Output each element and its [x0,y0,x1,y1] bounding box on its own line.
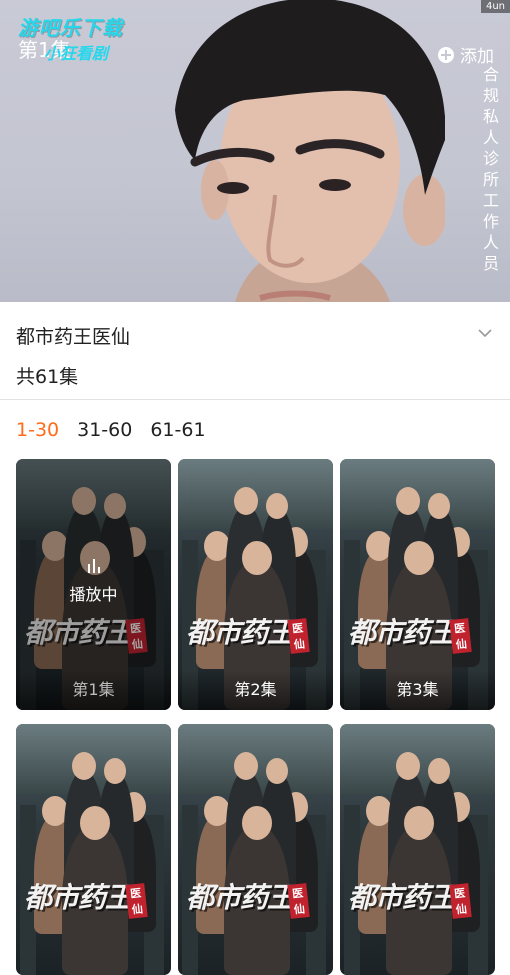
poster-logo: 都市药王 医仙 [186,611,310,654]
now-playing-indicator: 播放中 [16,559,171,605]
vertical-caption: 合规私人诊所工作人员 [482,65,499,273]
poster-logo-main: 都市药王 [348,616,457,649]
watermark-subtext: 小狂看剧 [44,44,109,63]
poster-logo-main: 都市药王 [186,616,295,649]
episode-card[interactable]: 都市药王 医仙 [178,724,333,975]
chevron-down-icon[interactable] [478,326,492,340]
poster-face [428,493,450,519]
video-player[interactable]: 游吧乐下载 第1集 小狂看剧 4un 添加 合规私人诊所工作人员 [0,0,510,302]
episode-card[interactable]: 都市药王 医仙 [340,724,495,975]
episode-card[interactable]: 都市药王 医仙 播放中 第1集 [16,459,171,710]
poster-face [104,758,126,784]
poster-logo-tag: 医仙 [449,618,472,654]
poster-logo: 都市药王 医仙 [348,876,472,919]
poster-logo-tag: 医仙 [287,618,310,654]
actor-face-image [175,0,445,302]
poster-face [242,541,272,575]
episode-card[interactable]: 都市药王 医仙 [16,724,171,975]
episode-label: 第1集 [16,670,171,710]
poster-logo-tag: 医仙 [449,883,472,919]
poster-face [404,806,434,840]
poster-logo: 都市药王 医仙 [186,876,310,919]
poster-face [266,758,288,784]
poster-face [234,752,258,780]
divider [0,399,510,400]
tab-range-3[interactable]: 61-61 [150,419,205,441]
poster-face [404,541,434,575]
poster-logo-tag: 医仙 [125,883,148,919]
corner-tag: 4un [480,0,510,13]
poster-face [396,487,420,515]
episode-card[interactable]: 都市药王 医仙 第3集 [340,459,495,710]
poster-face [72,752,96,780]
poster-logo-tag: 医仙 [287,883,310,919]
episode-count: 共61集 [16,366,79,388]
now-playing-label: 播放中 [69,585,118,604]
equalizer-icon [16,559,171,573]
poster-logo-main: 都市药王 [24,881,133,914]
poster-logo: 都市药王 医仙 [348,611,472,654]
poster-face [234,487,258,515]
plus-circle-icon [438,46,454,63]
poster-face [242,806,272,840]
poster-face [266,493,288,519]
episode-label: 第3集 [340,670,495,710]
poster-logo-main: 都市药王 [348,881,457,914]
poster-face [428,758,450,784]
drama-title: 都市药王医仙 [16,326,131,348]
poster-logo-main: 都市药王 [186,881,295,914]
poster-face [80,806,110,840]
tab-range-1[interactable]: 1-30 [16,419,59,441]
poster-logo: 都市药王 医仙 [24,876,148,919]
episode-range-tabs: 1-30 31-60 61-61 [16,419,206,441]
tab-range-2[interactable]: 31-60 [77,419,132,441]
episode-label: 第2集 [178,670,333,710]
poster-face [396,752,420,780]
episode-card[interactable]: 都市药王 医仙 第2集 [178,459,333,710]
